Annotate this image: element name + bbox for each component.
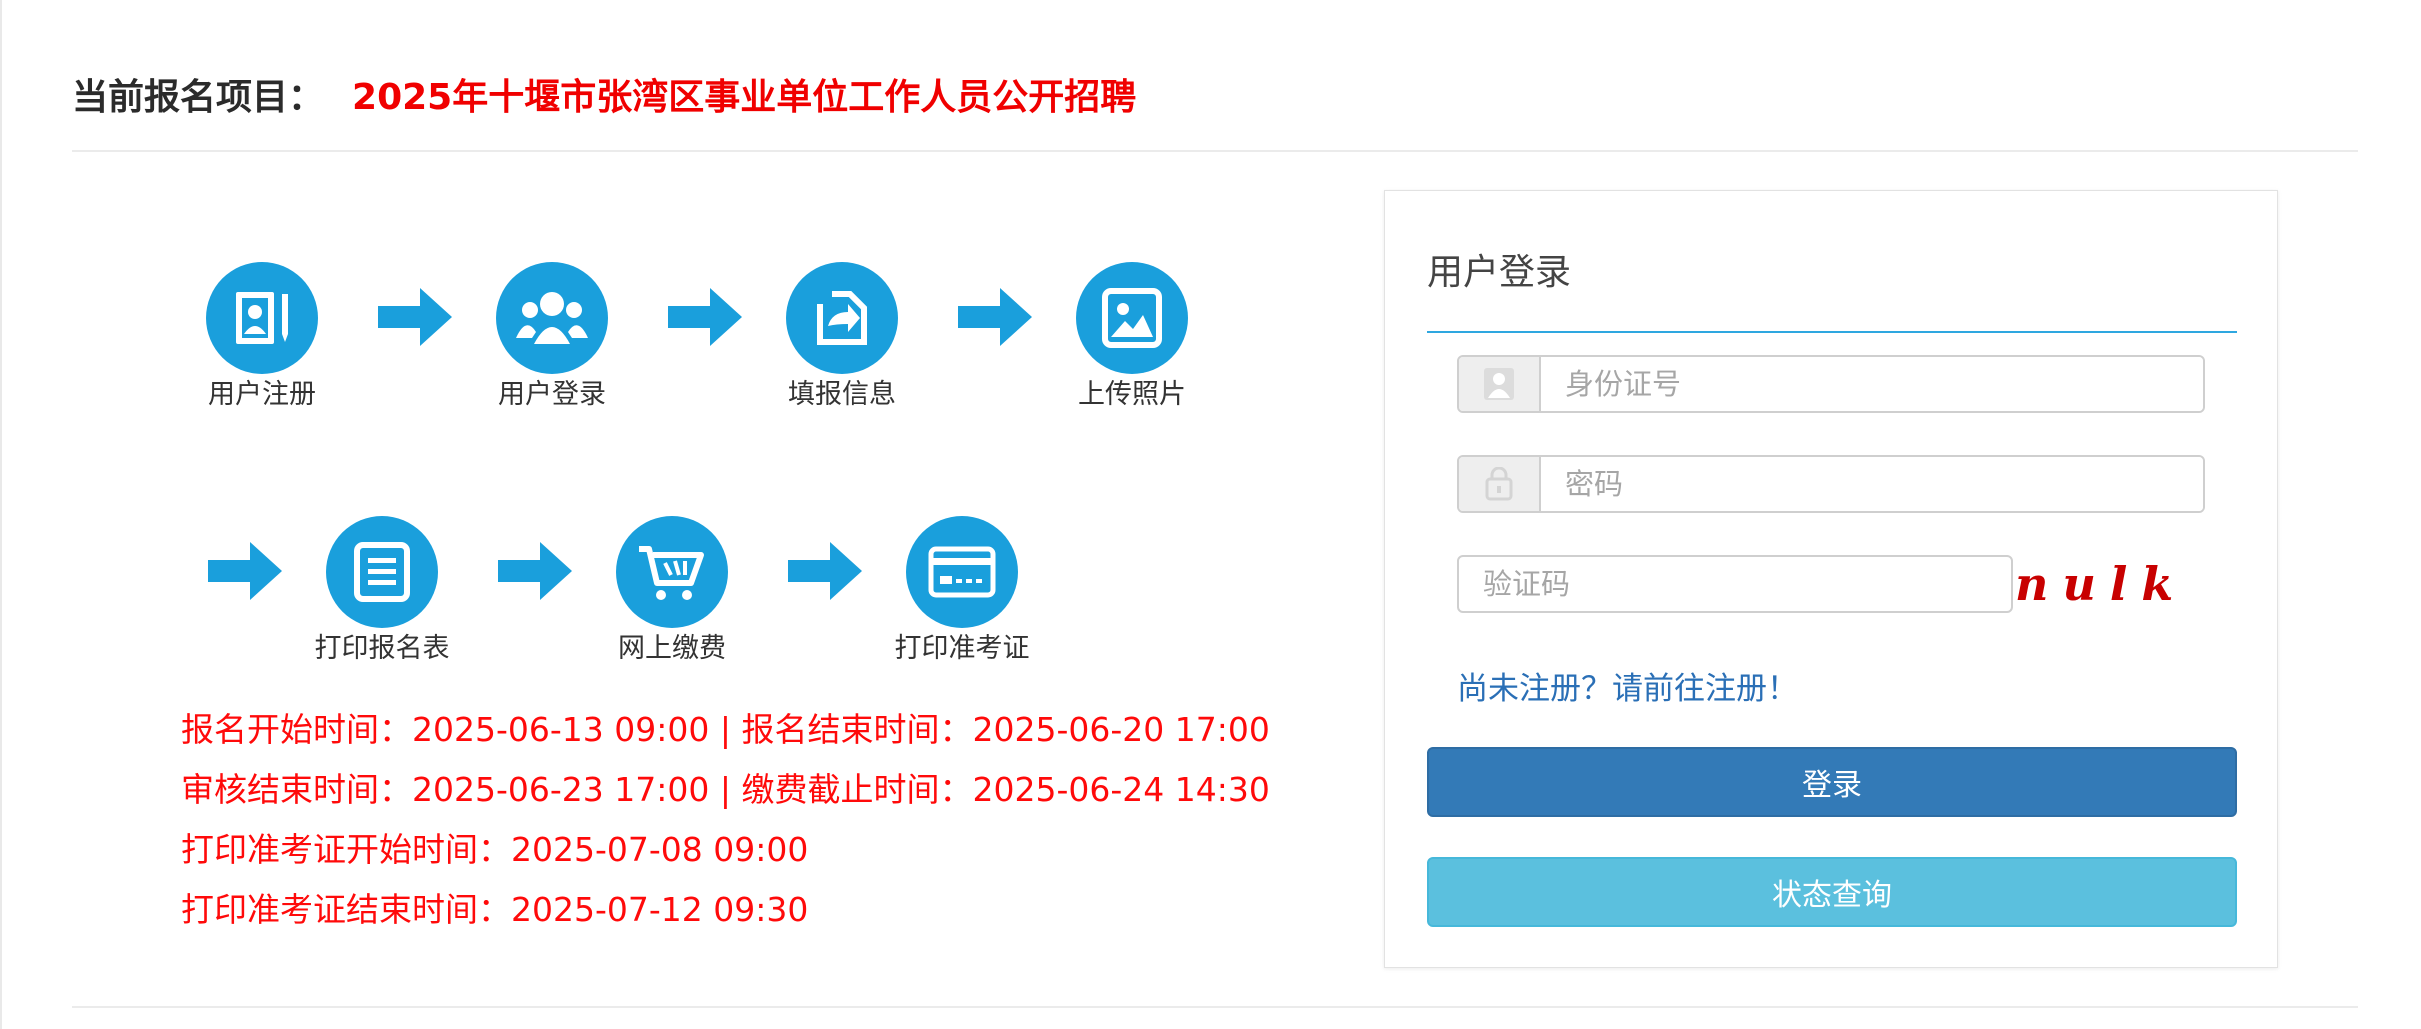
step-print-form: 打印报名表	[282, 516, 482, 665]
fill-info-icon	[786, 262, 898, 374]
arrow-right-icon	[208, 542, 282, 600]
user-icon	[1459, 357, 1541, 411]
ticket-card-icon	[906, 516, 1018, 628]
step-print-admission: 打印准考证	[862, 516, 1062, 665]
register-link[interactable]: 尚未注册？请前往注册！	[1457, 663, 1798, 708]
id-number-group	[1457, 355, 2205, 413]
form-list-icon	[326, 516, 438, 628]
header-divider	[72, 150, 2358, 152]
arrow-right-icon	[668, 288, 742, 346]
step-upload-photo: 上传照片	[1032, 262, 1232, 411]
step-label: 网上缴费	[618, 633, 726, 664]
step-label: 打印报名表	[314, 633, 450, 664]
photo-icon	[1076, 262, 1188, 374]
login-button[interactable]: 登录	[1427, 747, 2237, 817]
step-label: 打印准考证	[894, 633, 1030, 664]
project-header: 当前报名项目： 2025年十堰市张湾区事业单位工作人员公开招聘	[72, 62, 1136, 126]
step-fill-info: 填报信息	[742, 262, 942, 411]
arrow-right-icon	[788, 542, 862, 600]
step-online-payment: 网上缴费	[572, 516, 772, 665]
step-user-register: 用户注册	[162, 262, 362, 411]
date-line: 打印准考证结束时间：2025-07-12 09:30	[181, 890, 809, 929]
arrow-right-icon	[958, 288, 1032, 346]
password-group	[1457, 455, 2205, 513]
status-query-button[interactable]: 状态查询	[1427, 857, 2237, 927]
login-title: 用户登录	[1427, 252, 1572, 293]
step-label: 用户注册	[208, 379, 316, 410]
lock-icon	[1459, 457, 1541, 511]
arrow-right-icon	[498, 542, 572, 600]
step-label: 填报信息	[788, 379, 896, 410]
footer-divider	[72, 1006, 2358, 1008]
arrow-right-icon	[378, 288, 452, 346]
password-input[interactable]	[1541, 457, 2203, 511]
step-user-login: 用户登录	[452, 262, 652, 411]
left-border	[0, 0, 2, 1029]
user-group-icon	[496, 262, 608, 374]
login-title-underline	[1427, 331, 2237, 333]
project-title: 2025年十堰市张湾区事业单位工作人员公开招聘	[352, 77, 1137, 118]
date-line: 审核结束时间：2025-06-23 17:00 | 缴费截止时间：2025-06…	[181, 770, 1270, 809]
captcha-image[interactable]: nulk	[2015, 553, 2191, 615]
user-register-icon	[206, 262, 318, 374]
date-line: 报名开始时间：2025-06-13 09:00 | 报名结束时间：2025-06…	[181, 710, 1270, 749]
login-panel: 用户登录 nulk 尚未注册？请前往注册！ 登录 状态查询	[1384, 190, 2278, 968]
captcha-input[interactable]	[1457, 555, 2013, 613]
step-label: 上传照片	[1078, 379, 1186, 410]
project-label: 当前报名项目：	[72, 77, 325, 118]
step-label: 用户登录	[498, 379, 606, 410]
schedule-dates: 报名开始时间：2025-06-13 09:00 | 报名结束时间：2025-06…	[181, 700, 1281, 940]
date-line: 打印准考证开始时间：2025-07-08 09:00	[181, 830, 809, 869]
id-number-input[interactable]	[1541, 357, 2203, 411]
shopping-cart-icon	[616, 516, 728, 628]
